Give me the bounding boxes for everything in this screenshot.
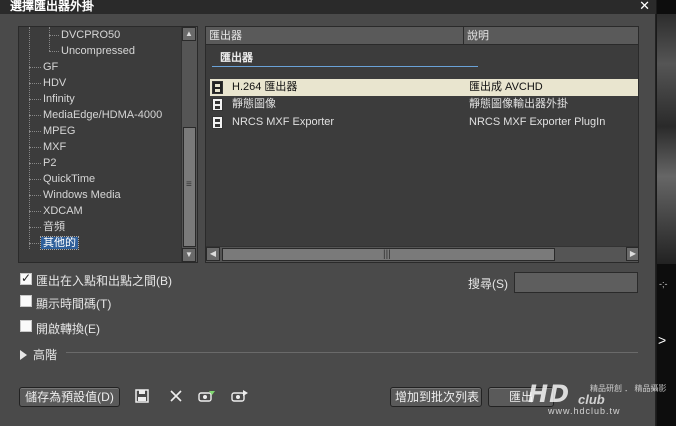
tree-connector — [29, 131, 41, 132]
import-preset-icon[interactable] — [198, 387, 216, 405]
tree-connector — [49, 51, 59, 52]
tree-connector — [29, 147, 41, 148]
tree-item-gf[interactable]: GF — [43, 60, 58, 75]
tree-connector — [29, 163, 41, 164]
exporter-name: H.264 匯出器 — [232, 81, 298, 93]
list-row[interactable]: NRCS MXF Exporter NRCS MXF Exporter Plug… — [210, 114, 638, 131]
tree-item-dvcpro50[interactable]: DVCPRO50 — [61, 28, 120, 43]
search-label: 搜尋(S) — [468, 277, 508, 291]
tree-connector — [29, 211, 41, 212]
film-icon — [212, 116, 223, 129]
list-row[interactable]: 靜態圖像 靜態圖像輸出器外掛 — [210, 96, 638, 113]
show-timecode-label[interactable]: 顯示時間碼(T) — [36, 295, 111, 312]
tree-item-mxf[interactable]: MXF — [43, 140, 66, 155]
tree-item-other[interactable]: 其他的 — [40, 236, 79, 251]
exporter-name: NRCS MXF Exporter — [232, 116, 335, 128]
expand-arrow-icon — [20, 349, 27, 360]
list-horizontal-scrollbar[interactable]: ◀ ||| ▶ — [206, 246, 638, 262]
scroll-down-button[interactable]: ▼ — [182, 248, 196, 262]
scroll-left-button[interactable]: ◀ — [206, 247, 220, 261]
exporter-category-tree[interactable]: DVCPRO50 Uncompressed GF HDV Infinity Me… — [18, 26, 198, 263]
tree-item-quicktime[interactable]: QuickTime — [43, 172, 95, 187]
tree-item-mpeg[interactable]: MPEG — [43, 124, 75, 139]
list-header: 匯出器 說明 — [206, 27, 638, 45]
tree-connector — [29, 27, 30, 249]
grip-icon: ||| — [383, 249, 391, 260]
advanced-divider — [66, 352, 638, 353]
scrollbar-thumb[interactable]: ||| — [222, 248, 555, 261]
scroll-up-button[interactable]: ▲ — [182, 27, 196, 41]
export-in-out-label[interactable]: 匯出在入點和出點之間(B) — [36, 272, 172, 289]
film-icon — [212, 98, 223, 111]
tree-item-p2[interactable]: P2 — [43, 156, 56, 171]
exporter-list[interactable]: 匯出器 說明 匯出器 H.264 匯出器 匯出成 AVCHD 靜態圖像 靜態圖像… — [205, 26, 639, 263]
scroll-right-button[interactable]: ▶ — [626, 247, 638, 261]
add-to-batch-button[interactable]: 增加到批次列表 — [390, 387, 482, 407]
exporter-description: 靜態圖像輸出器外掛 — [469, 98, 568, 110]
group-header: 匯出器 — [206, 45, 638, 67]
export-preset-icon[interactable] — [231, 387, 249, 405]
tree-item-hdv[interactable]: HDV — [43, 76, 66, 91]
tree-connector — [29, 83, 41, 84]
exporter-description: NRCS MXF Exporter PlugIn — [469, 116, 606, 128]
background-arrow-icon: > — [658, 332, 667, 348]
enable-conversion-label[interactable]: 開啟轉換(E) — [36, 320, 100, 337]
tree-connector — [29, 99, 41, 100]
tree-item-windows-media[interactable]: Windows Media — [43, 188, 121, 203]
save-as-preset-button[interactable]: 儲存為預設值(D) — [19, 387, 120, 407]
scrollbar-thumb[interactable]: ≡ — [183, 127, 196, 247]
tree-item-xdcam[interactable]: XDCAM — [43, 204, 83, 219]
grip-icon: ≡ — [186, 179, 192, 190]
list-row[interactable]: H.264 匯出器 匯出成 AVCHD — [210, 79, 638, 96]
exporter-description: 匯出成 AVCHD — [469, 81, 543, 93]
tree-connector — [49, 27, 50, 51]
tree-item-mediaedge[interactable]: MediaEdge/HDMA-4000 — [43, 108, 162, 123]
background-thumbnail — [657, 14, 676, 264]
watermark-logo: HD club 精品研創 ． 精品攝影 www.hdclub.tw — [528, 380, 667, 416]
exporter-name: 靜態圖像 — [232, 98, 276, 110]
tree-connector — [29, 195, 41, 196]
enable-conversion-checkbox[interactable] — [20, 320, 32, 332]
window-title: 選擇匯出器外掛 — [10, 0, 95, 13]
tree-item-uncompressed[interactable]: Uncompressed — [61, 44, 135, 59]
advanced-toggle[interactable]: 高階 — [20, 346, 57, 363]
tree-connector — [29, 67, 41, 68]
column-header-description[interactable]: 說明 — [464, 27, 638, 45]
background-text: -;- — [659, 279, 668, 289]
column-header-exporter[interactable]: 匯出器 — [206, 27, 464, 45]
group-label: 匯出器 — [220, 52, 253, 64]
tree-connector — [29, 227, 41, 228]
advanced-label: 高階 — [33, 348, 58, 362]
show-timecode-checkbox[interactable] — [20, 295, 32, 307]
save-icon[interactable] — [133, 387, 151, 405]
delete-icon[interactable] — [167, 387, 185, 405]
tree-connector — [29, 179, 41, 180]
export-in-out-checkbox[interactable] — [20, 271, 32, 285]
title-bar: 選擇匯出器外掛 ✕ — [0, 0, 656, 14]
tree-connector — [49, 35, 59, 36]
tree-connector — [29, 115, 41, 116]
export-plugin-dialog: 選擇匯出器外掛 ✕ DVCPRO50 Uncompressed GF HDV I… — [0, 0, 656, 426]
close-icon[interactable]: ✕ — [639, 0, 650, 12]
tree-item-audio[interactable]: 音頻 — [43, 220, 65, 235]
group-divider — [212, 66, 478, 67]
tree-connector — [29, 243, 41, 244]
film-icon — [212, 81, 223, 94]
search-input[interactable] — [514, 272, 638, 293]
tree-item-infinity[interactable]: Infinity — [43, 92, 75, 107]
tree-vertical-scrollbar[interactable]: ▲ ≡ ▼ — [181, 27, 197, 262]
